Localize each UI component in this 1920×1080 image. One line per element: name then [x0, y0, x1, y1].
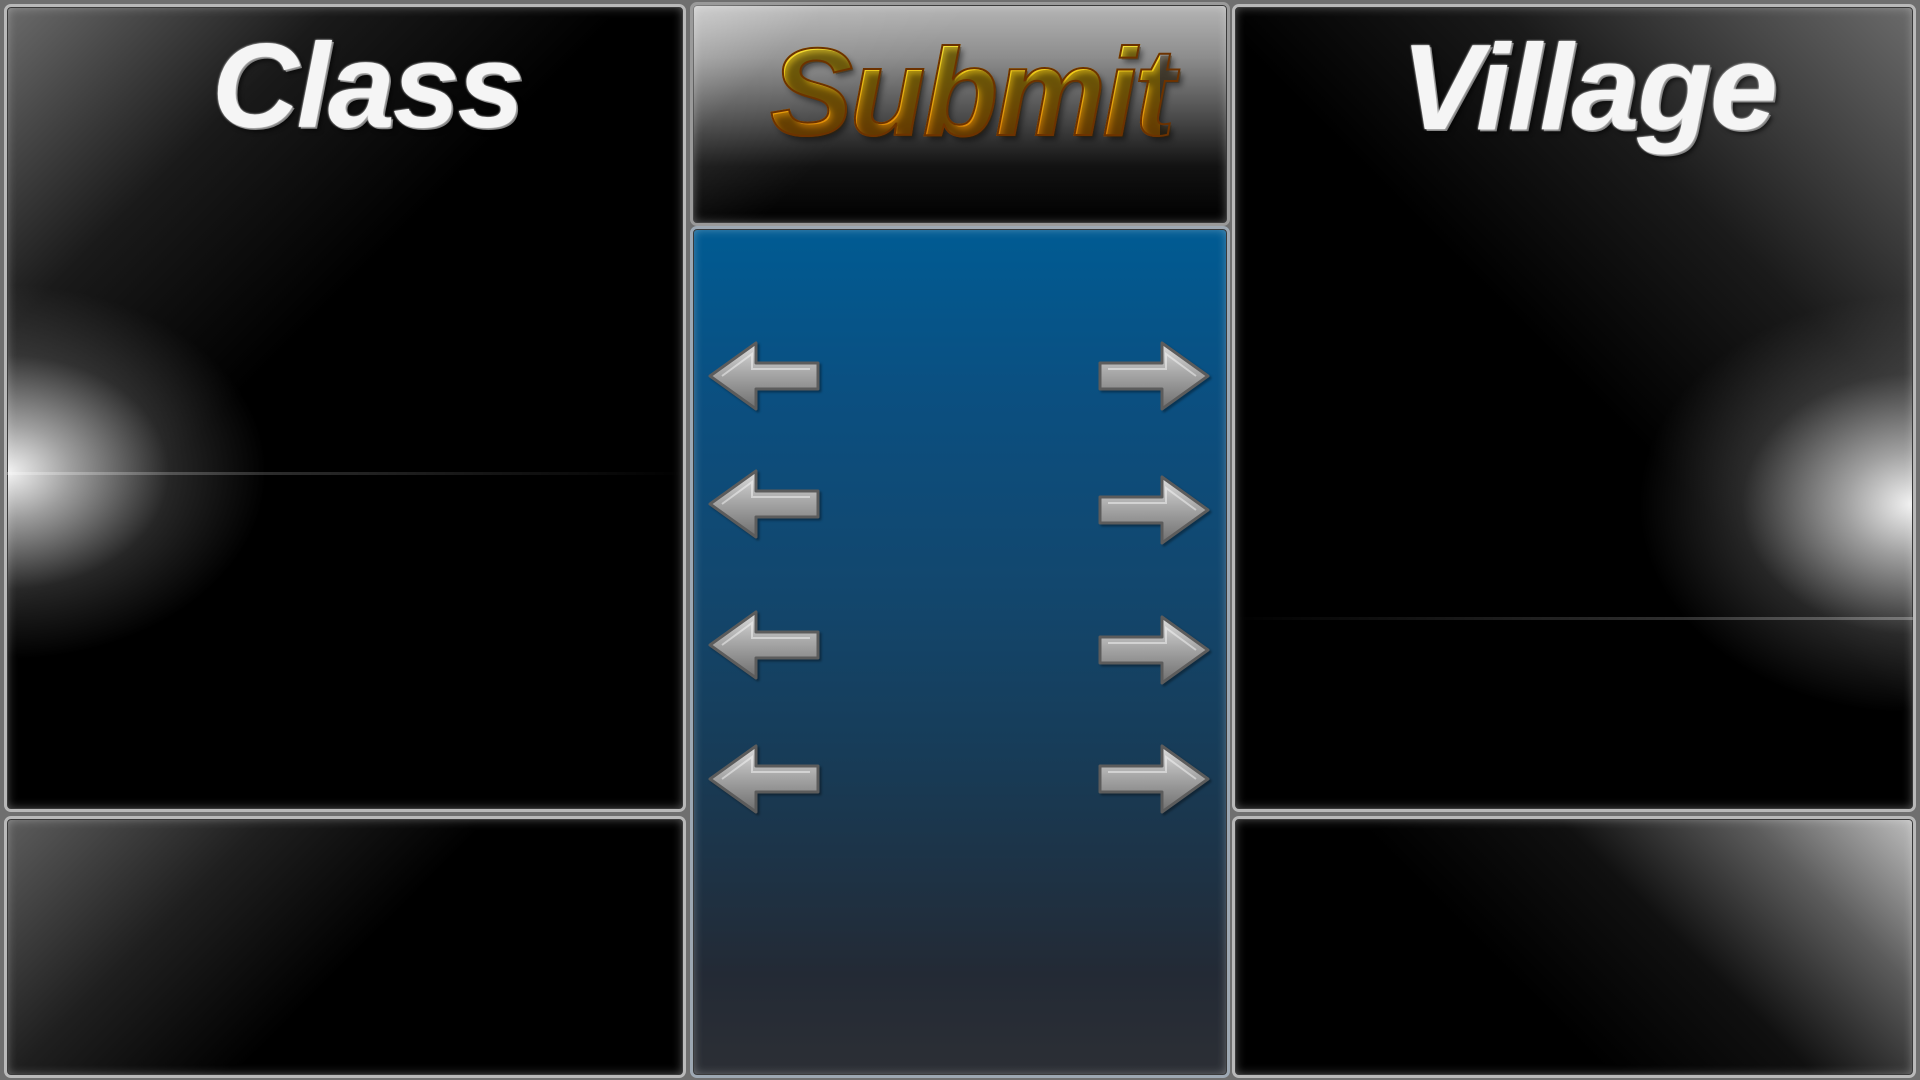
- arrow-left-icon: [708, 341, 820, 411]
- arrow-right-icon: [1098, 744, 1210, 814]
- arrow-right-row-2-button[interactable]: [1098, 475, 1210, 545]
- class-subpanel: [4, 816, 686, 1078]
- arrow-right-icon: [1098, 341, 1210, 411]
- arrow-left-row-2-button[interactable]: [708, 469, 820, 539]
- class-title: Class: [212, 19, 524, 153]
- submit-button[interactable]: Submit: [769, 24, 1176, 168]
- arrow-left-row-3-button[interactable]: [708, 610, 820, 680]
- arrow-left-icon: [708, 744, 820, 814]
- arrow-left-icon: [708, 469, 820, 539]
- arrow-left-row-1-button[interactable]: [708, 341, 820, 411]
- submit-label: Submit: [769, 24, 1176, 162]
- arrow-right-row-1-button[interactable]: [1098, 341, 1210, 411]
- arrow-right-icon: [1098, 475, 1210, 545]
- arrow-left-icon: [708, 610, 820, 680]
- arrow-right-row-3-button[interactable]: [1098, 615, 1210, 685]
- arrow-right-icon: [1098, 615, 1210, 685]
- arrow-left-row-4-button[interactable]: [708, 744, 820, 814]
- arrow-right-row-4-button[interactable]: [1098, 744, 1210, 814]
- village-title: Village: [1401, 19, 1778, 155]
- village-subpanel: [1232, 816, 1916, 1078]
